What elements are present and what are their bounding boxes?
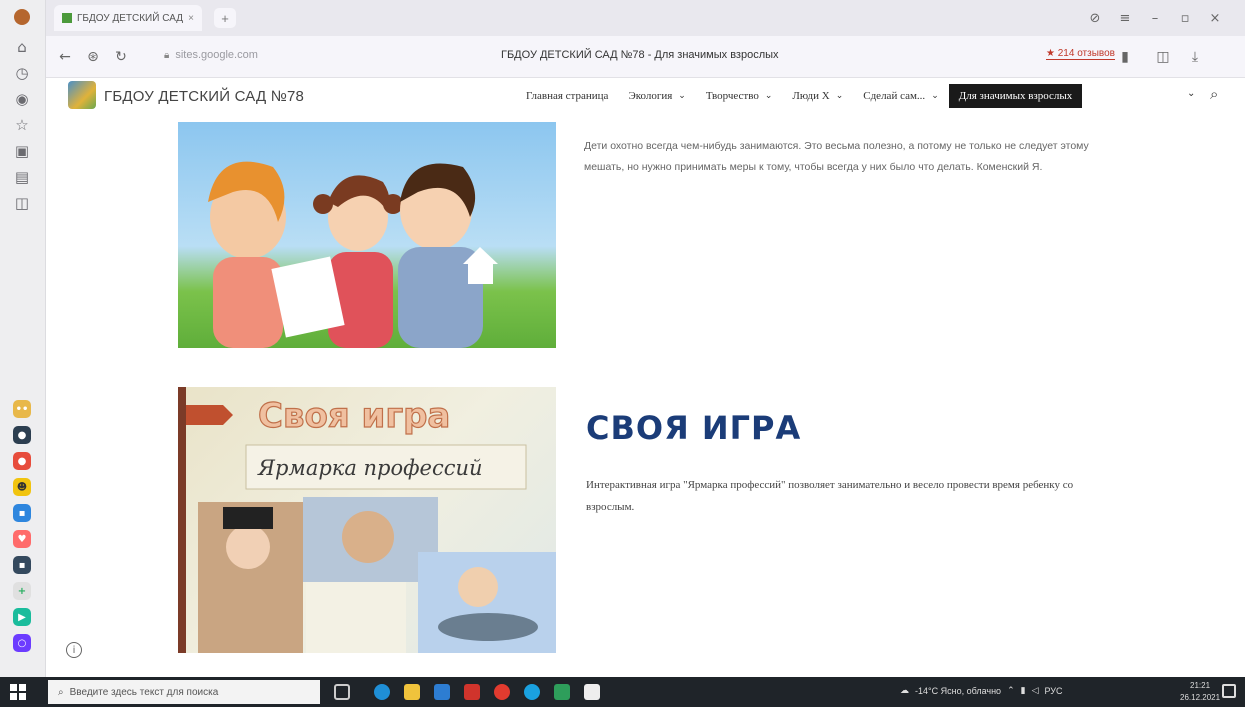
url-field[interactable]: 🔒︎ sites.google.com [164,49,258,61]
windows-start-icon[interactable] [10,684,26,700]
download-icon[interactable]: ⤓ [1186,48,1204,66]
mail-icon[interactable] [434,684,450,700]
nav-item-diy[interactable]: Сделай сам... ⌄ [853,84,948,108]
reload-icon[interactable]: ↻ [112,48,130,66]
nav-item-creativity[interactable]: Творчество ⌄ [696,84,783,108]
family-illustration-image [178,122,556,348]
browser-title-bar: ГБДОУ ДЕТСКИЙ САД × + ⊘ ≡ – ▫ × [46,0,1245,36]
browser-logo-icon[interactable]: ⊛ [84,48,102,66]
home-icon[interactable]: ⌂ [11,36,33,58]
browser-tab[interactable]: ГБДОУ ДЕТСКИЙ САД × [54,5,202,31]
app-icon-alice[interactable]: ○ [13,634,31,652]
search-icon[interactable]: ⌕ [1210,85,1218,103]
new-tab-button[interactable]: + [214,8,236,28]
close-window-icon[interactable]: × [1206,9,1224,27]
game-cover-image[interactable]: Своя игра Ярмарка профессий [178,387,556,653]
chevron-down-icon: ⌄ [678,91,686,101]
edge-browser-icon[interactable] [374,684,390,700]
browser-side-panel: ⌂ ◷ ◉ ☆ ▣ ▤ ◫ •• ● ● ☻ ▪ ♥ ▪ + ▶ ○ [0,0,46,677]
app-icon-maps[interactable]: ● [13,452,31,470]
game-section-title: СВОЯ ИГРА [586,409,802,447]
notifications-icon[interactable] [1222,684,1236,698]
task-view-icon[interactable] [334,684,350,700]
taskbar-search-placeholder: Введите здесь текст для поиска [69,686,219,698]
extensions-icon[interactable]: ⊘ [1086,9,1104,27]
network-icon[interactable]: ▮ [1021,686,1026,696]
site-name[interactable]: ГБДОУ ДЕТСКИЙ САД №78 [104,88,304,105]
taskbar-search-input[interactable]: ⌕ Введите здесь текст для поиска [48,680,320,704]
page-content: Дети охотно всегда чем-нибудь занимаются… [46,114,1245,677]
menu-icon[interactable]: ≡ [1116,9,1134,27]
clock-date: 26.12.2021 [1180,693,1221,702]
yandex-browser-icon[interactable] [494,684,510,700]
document-icon[interactable] [584,684,600,700]
url-text: sites.google.com [175,49,258,61]
app-icon-chat[interactable]: ● [13,426,31,444]
skype-icon[interactable] [524,684,540,700]
history-icon[interactable]: ◷ [11,62,33,84]
messenger-icon[interactable]: ◫ [11,192,33,214]
collections-icon[interactable]: ▣ [11,140,33,162]
pdf-reader-icon[interactable] [464,684,480,700]
weather-text[interactable]: -14°C Ясно, облачно [915,686,1001,696]
game-cover-title: Своя игра [258,396,450,436]
taskbar-clock[interactable]: 21:21 26.12.2021 [1180,680,1220,704]
tray-chevron-icon[interactable]: ⌃ [1007,686,1015,696]
app-icon-games[interactable]: •• [13,400,31,418]
clock-time: 21:21 [1190,681,1211,690]
weather-icon[interactable]: ☁ [900,686,909,696]
downloads-icon[interactable]: ◉ [11,88,33,110]
language-indicator[interactable]: РУС [1044,686,1062,696]
bookmark-icon[interactable]: ▮ [1116,48,1134,66]
notes-icon[interactable]: ▤ [11,166,33,188]
site-navigation: Главная страница Экология ⌄ Творчество ⌄ Л… [516,84,1083,108]
site-header: ГБДОУ ДЕТСКИЙ САД №78 Главная страница Э… [46,78,1245,114]
file-explorer-icon[interactable] [404,684,420,700]
nav-item-home[interactable]: Главная страница [516,84,618,108]
game-cover-subtitle: Ярмарка профессий [257,456,483,480]
reviews-badge[interactable]: ★ 214 отзывов [1046,48,1115,60]
volume-icon[interactable]: ◁ [1032,686,1039,696]
app-icon-smile[interactable]: ☻ [13,478,31,496]
info-icon[interactable]: i [66,642,82,658]
address-bar: ← ⊛ ↻ 🔒︎ sites.google.com ГБДОУ ДЕТСКИЙ … [46,36,1245,78]
app-icon-play[interactable]: ▶ [13,608,31,626]
profile-avatar-icon[interactable] [11,6,33,28]
tab-title: ГБДОУ ДЕТСКИЙ САД [77,12,183,24]
game-section-description: Интерактивная игра "Ярмарка профессий" п… [586,479,1074,513]
site-logo[interactable] [68,81,96,109]
minimize-icon[interactable]: – [1146,9,1164,27]
nav-more-chevron-icon[interactable]: ⌄ [1187,88,1195,99]
chevron-down-icon: ⌄ [835,91,844,101]
reading-mode-icon[interactable]: ◫ [1154,48,1172,66]
nav-item-for-adults[interactable]: Для значимых взрослых [948,84,1083,108]
spreadsheet-icon[interactable] [554,684,570,700]
page-title: ГБДОУ ДЕТСКИЙ САД №78 - Для значимых взр… [501,49,779,61]
app-icon-add[interactable]: + [13,582,31,600]
search-icon: ⌕ [58,686,64,698]
system-tray: ☁ -14°C Ясно, облачно ⌃ ▮ ◁ РУС [900,686,1063,696]
tab-close-icon[interactable]: × [188,13,194,24]
app-icon-calc[interactable]: ▪ [13,556,31,574]
back-arrow-icon[interactable]: ← [56,48,74,66]
lock-icon: 🔒︎ [164,49,170,61]
nav-item-people-x[interactable]: Люди Х ⌄ [782,84,853,108]
windows-taskbar: ⌕ Введите здесь текст для поиска ☁ -14°C… [0,677,1245,707]
quote-text: Дети охотно всегда чем-нибудь занимаются… [584,140,1089,173]
app-icon-heart[interactable]: ♥ [13,530,31,548]
chevron-down-icon: ⌄ [764,91,773,101]
bookmarks-star-icon[interactable]: ☆ [11,114,33,136]
maximize-icon[interactable]: ▫ [1176,9,1194,27]
tab-favicon-icon [62,13,72,23]
app-icon-docs[interactable]: ▪ [13,504,31,522]
nav-item-ecology[interactable]: Экология ⌄ [618,84,695,108]
chevron-down-icon: ⌄ [931,91,939,101]
